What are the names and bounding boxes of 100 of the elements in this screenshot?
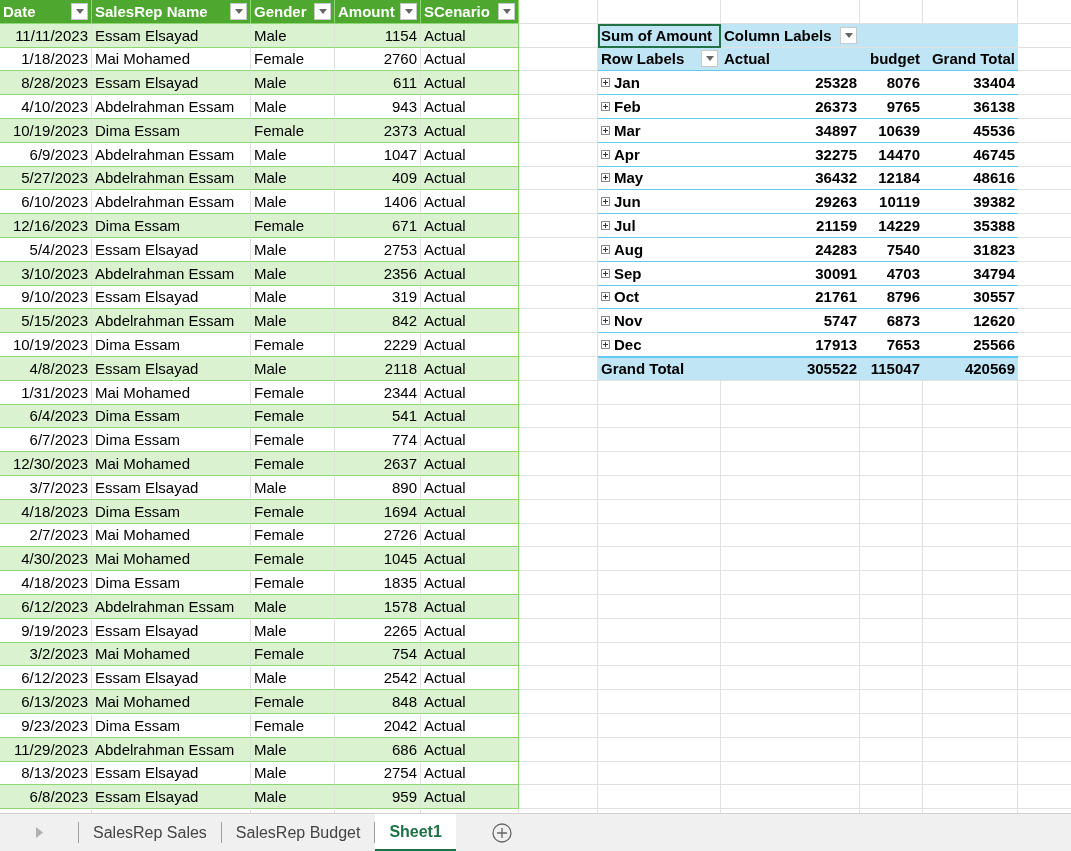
add-sheet-button[interactable]: [491, 822, 512, 843]
expand-icon[interactable]: [601, 173, 610, 183]
caret-icon: [75, 8, 84, 14]
filter-button[interactable]: [701, 50, 718, 68]
table-cell: 2637: [335, 452, 421, 476]
table-cell: Female: [251, 547, 335, 572]
table-cell: Male: [251, 785, 335, 810]
pivot-row-label: Oct: [614, 289, 639, 305]
table-cell: Female: [251, 333, 335, 357]
expand-icon[interactable]: [601, 78, 610, 88]
expand-icon[interactable]: [601, 244, 610, 254]
sheet-tab[interactable]: SalesRep Sales: [79, 822, 222, 843]
table-cell: Dima Essam: [92, 404, 251, 429]
pivot-cell: 4703: [860, 261, 923, 286]
filter-button[interactable]: [71, 2, 88, 20]
table-cell: 2229: [335, 333, 421, 357]
expand-icon[interactable]: [601, 268, 610, 278]
table-cell: Actual: [421, 690, 519, 714]
table-cell: 5/27/2023: [0, 166, 92, 191]
filter-button[interactable]: [498, 2, 515, 20]
table-cell: 10/19/2023: [0, 333, 92, 357]
table-cell: Actual: [421, 737, 519, 762]
sheet-tab[interactable]: Sheet1: [375, 814, 456, 851]
table-cell: Essam Elsayad: [92, 356, 251, 381]
table-cell: 3/7/2023: [0, 475, 92, 500]
table-cell: Female: [251, 713, 335, 738]
pivot-cell: 36432: [721, 166, 860, 191]
table-cell: Mai Mohamed: [92, 452, 251, 476]
expand-icon[interactable]: [601, 125, 610, 135]
column-header: Gender: [254, 3, 307, 19]
pivot-header: Row Labels: [601, 51, 685, 67]
table-cell: 11/29/2023: [0, 737, 92, 762]
pivot-cell: 48616: [923, 166, 1018, 191]
pivot-cell: 14229: [860, 214, 923, 238]
table-cell: 1694: [335, 499, 421, 524]
expand-icon[interactable]: [601, 292, 610, 302]
table-cell: 10/19/2023: [0, 119, 92, 143]
filter-button[interactable]: [314, 2, 331, 20]
column-header: SCenario: [424, 3, 490, 19]
table-cell: 943: [335, 95, 421, 119]
table-cell: Abdelrahman Essam: [92, 261, 251, 286]
table-cell: 4/18/2023: [0, 499, 92, 524]
pivot-cell: 10119: [860, 190, 923, 215]
table-cell: Male: [251, 71, 335, 96]
pivot-cell: 36138: [923, 95, 1018, 119]
table-cell: 5/4/2023: [0, 237, 92, 262]
table-cell: Female: [251, 380, 335, 405]
table-cell: Actual: [421, 618, 519, 643]
pivot-cell: 7540: [860, 237, 923, 262]
pivot-row-label: Nov: [614, 313, 643, 329]
pivot-cell: 115047: [860, 356, 923, 381]
table-cell: Dima Essam: [92, 333, 251, 357]
pivot-cell: 26373: [721, 95, 860, 119]
table-cell: 4/8/2023: [0, 356, 92, 381]
table-cell: 2265: [335, 618, 421, 643]
table-cell: Mai Mohamed: [92, 380, 251, 405]
table-cell: Male: [251, 23, 335, 48]
table-cell: Actual: [421, 475, 519, 500]
pivot-cell: 24283: [721, 237, 860, 262]
pivot-cell: 9765: [860, 95, 923, 119]
expand-icon[interactable]: [601, 149, 610, 159]
table-cell: Actual: [421, 571, 519, 595]
pivot-cell: 30091: [721, 261, 860, 286]
pivot-header: budget: [860, 47, 923, 72]
table-cell: Female: [251, 214, 335, 238]
pivot-cell: 21159: [721, 214, 860, 238]
table-cell: Dima Essam: [92, 713, 251, 738]
expand-icon[interactable]: [601, 316, 610, 326]
pivot-row-label: Jun: [614, 194, 641, 210]
table-cell: 890: [335, 475, 421, 500]
table-cell: 5/15/2023: [0, 309, 92, 334]
filter-button[interactable]: [400, 2, 417, 20]
pivot-cell: 305522: [721, 356, 860, 381]
pivot-row-label: Sep: [614, 265, 642, 281]
pivot-cell: 31823: [923, 237, 1018, 262]
table-cell: Female: [251, 119, 335, 143]
table-cell: Male: [251, 737, 335, 762]
table-cell: Male: [251, 475, 335, 500]
expand-icon[interactable]: [601, 221, 610, 231]
expand-icon[interactable]: [601, 197, 610, 207]
table-cell: Male: [251, 237, 335, 262]
pivot-cell: 5747: [721, 309, 860, 334]
filter-button[interactable]: [230, 2, 247, 20]
table-cell: Actual: [421, 642, 519, 667]
expand-icon[interactable]: [601, 102, 610, 112]
table-cell: Essam Elsayad: [92, 71, 251, 96]
expand-icon[interactable]: [601, 340, 610, 350]
table-cell: Female: [251, 452, 335, 476]
table-cell: Male: [251, 356, 335, 381]
table-cell: Actual: [421, 785, 519, 810]
pivot-total-label: Grand Total: [598, 356, 721, 381]
table-cell: Female: [251, 404, 335, 429]
table-cell: Male: [251, 142, 335, 167]
table-cell: 6/12/2023: [0, 594, 92, 619]
filter-button[interactable]: [840, 26, 857, 44]
pivot-header: Actual: [721, 47, 860, 72]
table-cell: Dima Essam: [92, 214, 251, 238]
table-cell: Actual: [421, 547, 519, 572]
table-cell: 11/11/2023: [0, 23, 92, 48]
table-cell: Mai Mohamed: [92, 690, 251, 714]
